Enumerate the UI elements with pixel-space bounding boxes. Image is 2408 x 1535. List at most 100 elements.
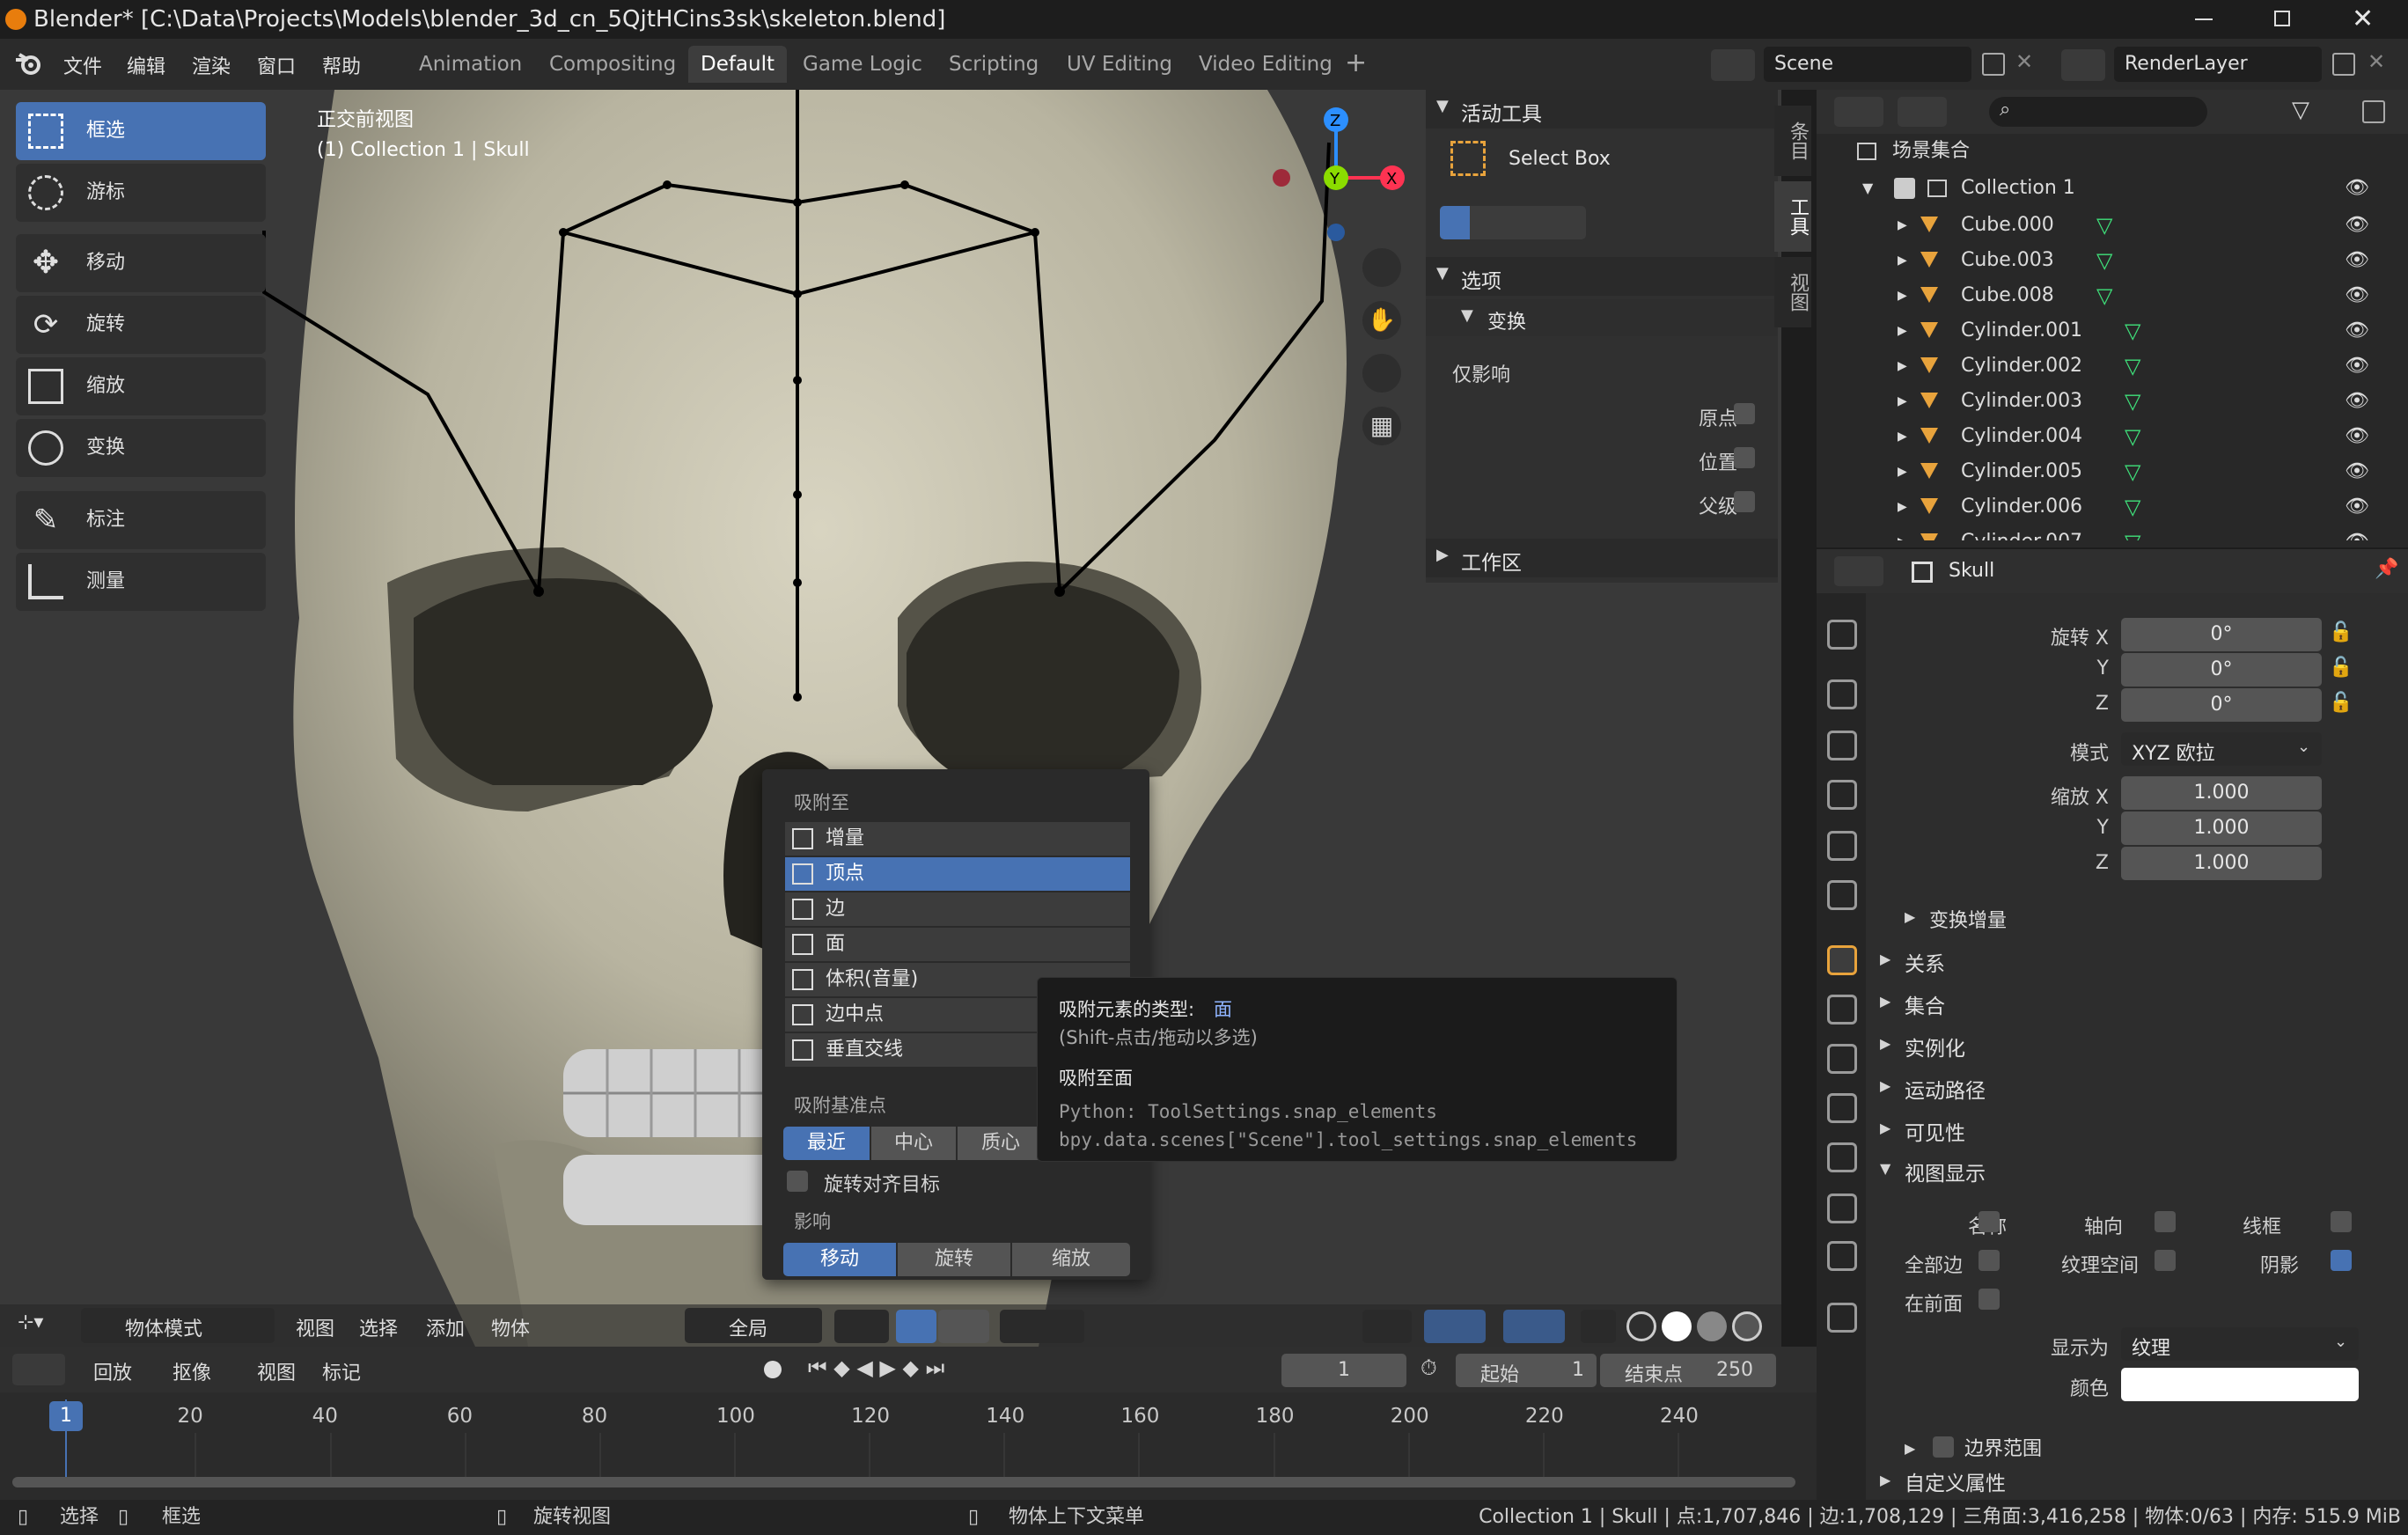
shading-rendered-icon[interactable] (1732, 1311, 1762, 1341)
rotation-mode-select[interactable]: XYZ 欧拉 ⌄ (2121, 732, 2322, 766)
playback-controls[interactable]: ⏮ ◆ ◀ ▶ ◆ ⏭ (808, 1355, 944, 1380)
outliner-object-row[interactable]: ▶ Cylinder.006 ▽ 👁 (1817, 489, 2408, 525)
rotation-z-field[interactable]: 0° (2121, 688, 2322, 722)
outliner-search-input[interactable]: ⌕ (1989, 97, 2207, 127)
tab-animation[interactable]: Animation (407, 46, 534, 83)
display-mode-icon[interactable] (1834, 97, 1883, 127)
render-icon[interactable] (1827, 679, 1857, 709)
tool-icon[interactable] (1827, 620, 1857, 650)
bounds-section[interactable]: 边界范围 (1964, 1433, 2042, 1461)
shading-wireframe-icon[interactable] (1626, 1311, 1656, 1341)
outliner-root[interactable]: 场景集合 (1817, 134, 2408, 169)
modifier-icon[interactable] (1827, 995, 1857, 1025)
mesh-data-icon[interactable]: ▽ (2125, 384, 2140, 419)
chevron-right-icon[interactable]: ▶ (1898, 419, 1907, 454)
texture-icon[interactable] (1827, 1303, 1857, 1333)
tab-view[interactable]: 视图 (1774, 257, 1811, 327)
eye-icon[interactable]: 👁 (2345, 313, 2369, 349)
mesh-data-icon[interactable]: ▽ (2125, 454, 2140, 489)
mesh-data-icon[interactable]: ▽ (2125, 525, 2140, 540)
chevron-down-icon[interactable]: ▼ (1880, 1160, 1890, 1177)
tab-tool[interactable]: 工具 (1774, 181, 1811, 252)
eye-icon[interactable]: 👁 (2345, 419, 2369, 454)
chevron-right-icon[interactable]: ▶ (1905, 1440, 1915, 1457)
eye-icon[interactable]: 👁 (2345, 349, 2369, 384)
start-frame-field[interactable]: 起始 1 (1456, 1354, 1597, 1387)
copy-scene-icon[interactable] (1982, 53, 2005, 76)
transform-pivot-icon[interactable]: ⊹▾ (18, 1311, 43, 1333)
property-section-header[interactable]: 关系 (1905, 947, 1945, 977)
eye-icon[interactable]: 👁 (2345, 243, 2369, 278)
mesh-data-icon[interactable]: ▽ (2096, 278, 2112, 313)
scale-z-field[interactable]: 1.000 (2121, 847, 2322, 880)
rotation-x-field[interactable]: 0° (2121, 618, 2322, 651)
lock-icon[interactable]: 🔓 (2329, 692, 2353, 714)
menu-edit[interactable]: 编辑 (127, 51, 165, 79)
select-mode-buttons[interactable] (1440, 206, 1586, 239)
visibility-icon[interactable] (1362, 1310, 1412, 1343)
outliner-object-row[interactable]: ▶ Cylinder.002 ▽ 👁 (1817, 349, 2408, 384)
affect-scale-button[interactable]: 缩放 (1012, 1243, 1130, 1276)
timeline-menu-marker[interactable]: 标记 (322, 1357, 361, 1385)
navigation-gizmo[interactable]: Z X Y (1250, 99, 1426, 248)
tab-scripting[interactable]: Scripting (936, 46, 1051, 83)
texture-space-checkbox[interactable] (2155, 1250, 2176, 1271)
chevron-right-icon[interactable]: ▶ (1898, 525, 1907, 540)
chevron-right-icon[interactable]: ▶ (1898, 489, 1907, 525)
outliner-object-row[interactable]: ▶Cylinder.007▽👁 (1817, 525, 2408, 540)
affect-move-button[interactable]: 移动 (783, 1243, 896, 1276)
shading-solid-icon[interactable] (1662, 1311, 1692, 1341)
shading-material-icon[interactable] (1697, 1311, 1727, 1341)
chevron-right-icon[interactable]: ▶ (1880, 993, 1890, 1010)
snap-base-median-button[interactable]: 质心 (958, 1127, 1044, 1160)
particles-icon[interactable] (1827, 1044, 1857, 1074)
transform-subheader[interactable]: ▼ 变换 (1426, 299, 1778, 336)
tab-video-editing[interactable]: Video Editing (1186, 46, 1345, 83)
eye-icon[interactable]: 👁 (2345, 208, 2369, 243)
affect-origin-checkbox[interactable] (1734, 403, 1755, 424)
timeline-menu-playback[interactable]: 回放 (93, 1357, 132, 1385)
menu-window[interactable]: 窗口 (257, 51, 296, 79)
chevron-right-icon[interactable]: ▶ (1880, 1120, 1890, 1136)
timeline-scrollbar[interactable] (12, 1477, 1795, 1487)
affect-rotate-button[interactable]: 旋转 (898, 1243, 1010, 1276)
eye-icon[interactable]: 👁 (2345, 384, 2369, 419)
affect-location-checkbox[interactable] (1734, 447, 1755, 468)
header-menu-select[interactable]: 选择 (359, 1313, 398, 1341)
snap-element-option[interactable]: 面 (785, 928, 1130, 961)
tool-annotate[interactable]: ✎ 标注 (16, 491, 266, 549)
show-wire-checkbox[interactable] (2331, 1211, 2352, 1232)
minimize-icon[interactable] (2195, 18, 2213, 20)
editor-type-icon[interactable] (12, 1354, 65, 1385)
tab-item[interactable]: 条目 (1774, 106, 1811, 176)
chevron-right-icon[interactable]: ▶ (1898, 349, 1907, 384)
property-section-header[interactable]: 运动路径 (1905, 1074, 1986, 1104)
show-name-checkbox[interactable] (1979, 1211, 2000, 1232)
shadow-checkbox[interactable] (2331, 1250, 2352, 1271)
chevron-right-icon[interactable]: ▶ (1898, 454, 1907, 489)
pan-hand-icon[interactable]: ✋ (1362, 301, 1401, 340)
show-axis-checkbox[interactable] (2155, 1211, 2176, 1232)
constraints-icon[interactable] (1827, 1142, 1857, 1172)
lock-icon[interactable]: 🔓 (2329, 657, 2353, 679)
tool-select-box[interactable]: 框选 (16, 102, 266, 160)
scale-y-field[interactable]: 1.000 (2121, 812, 2322, 845)
chevron-right-icon[interactable]: ▶ (1898, 313, 1907, 349)
view-layer-icon[interactable] (2061, 49, 2105, 81)
tool-measure[interactable]: 测量 (16, 553, 266, 611)
restore-icon[interactable] (2274, 11, 2290, 26)
overlay-toggle-icon[interactable] (1503, 1310, 1565, 1343)
header-menu-view[interactable]: 视图 (296, 1313, 334, 1341)
end-frame-field[interactable]: 结束点 250 (1600, 1354, 1776, 1387)
mesh-data-icon[interactable]: ▽ (2125, 313, 2140, 349)
mesh-data-icon[interactable]: ▽ (2125, 419, 2140, 454)
pin-icon[interactable]: 📌 (2375, 558, 2398, 580)
outliner-object-row[interactable]: ▶ Cylinder.003 ▽ 👁 (1817, 384, 2408, 419)
close-icon[interactable]: ✕ (2352, 0, 2374, 39)
outliner-object-row[interactable]: ▶ Cube.008 ▽ 👁 (1817, 278, 2408, 313)
scene-selector-icon[interactable] (1711, 49, 1755, 81)
workspace-header[interactable]: ▶ 工作区 (1426, 539, 1778, 577)
all-edges-checkbox[interactable] (1979, 1250, 2000, 1271)
zoom-icon[interactable] (1362, 248, 1401, 287)
chevron-right-icon[interactable]: ▶ (1898, 208, 1907, 243)
